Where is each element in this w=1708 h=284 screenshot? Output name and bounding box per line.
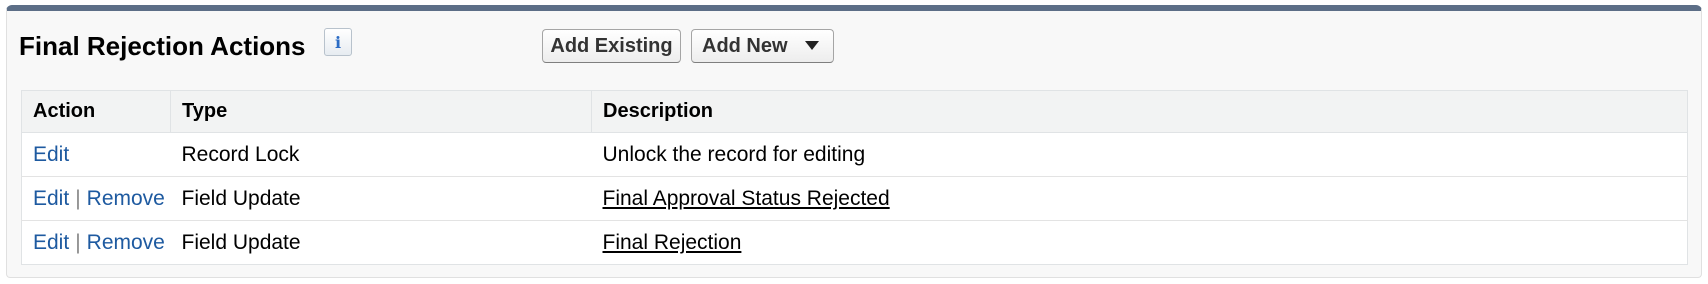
column-header-action: Action [21, 90, 171, 133]
chevron-down-icon [805, 41, 819, 50]
action-cell: Edit | Remove [22, 221, 171, 265]
description-cell: Unlock the record for editing [591, 132, 1688, 177]
add-new-button[interactable]: Add New [691, 29, 834, 63]
type-cell: Record Lock [170, 132, 592, 177]
final-rejection-actions-panel: Final Rejection Actions i Add Existing A… [6, 5, 1702, 278]
add-existing-button[interactable]: Add Existing [542, 29, 681, 63]
description-cell: Final Rejection [592, 221, 1688, 265]
edit-link[interactable]: Edit [33, 143, 69, 166]
table-row: Edit | Remove Field Update Final Approval … [21, 176, 1688, 221]
actions-table: Action Type Description Edit Record Lock… [21, 90, 1688, 265]
section-title: Final Rejection Actions [19, 31, 306, 61]
remove-link[interactable]: Remove [87, 187, 165, 210]
type-cell: Field Update [181, 230, 301, 254]
type-cell: Field Update [170, 176, 592, 221]
edit-link[interactable]: Edit [33, 187, 69, 210]
column-header-type: Type [170, 90, 592, 133]
edit-link[interactable]: Edit [33, 231, 69, 254]
link-separator: | [75, 186, 81, 210]
table-row: Edit Record Lock Unlock the record for e… [21, 132, 1688, 177]
table-header-row: Action Type Description [21, 90, 1688, 133]
remove-link[interactable]: Remove [87, 231, 165, 254]
info-icon[interactable]: i [324, 28, 352, 56]
description-link[interactable]: Final Approval Status Rejected [603, 187, 890, 210]
link-separator: | [75, 230, 81, 254]
action-cell: Edit [21, 132, 171, 177]
action-cell: Edit | Remove [21, 176, 171, 221]
column-header-description: Description [591, 90, 1688, 133]
description-link[interactable]: Final Rejection [603, 231, 742, 254]
description-cell: Final Approval Status Rejected [591, 176, 1688, 221]
add-new-label: Add New [702, 34, 788, 57]
table-row: Edit | Remove Field Update Final Rejection [22, 221, 1688, 265]
